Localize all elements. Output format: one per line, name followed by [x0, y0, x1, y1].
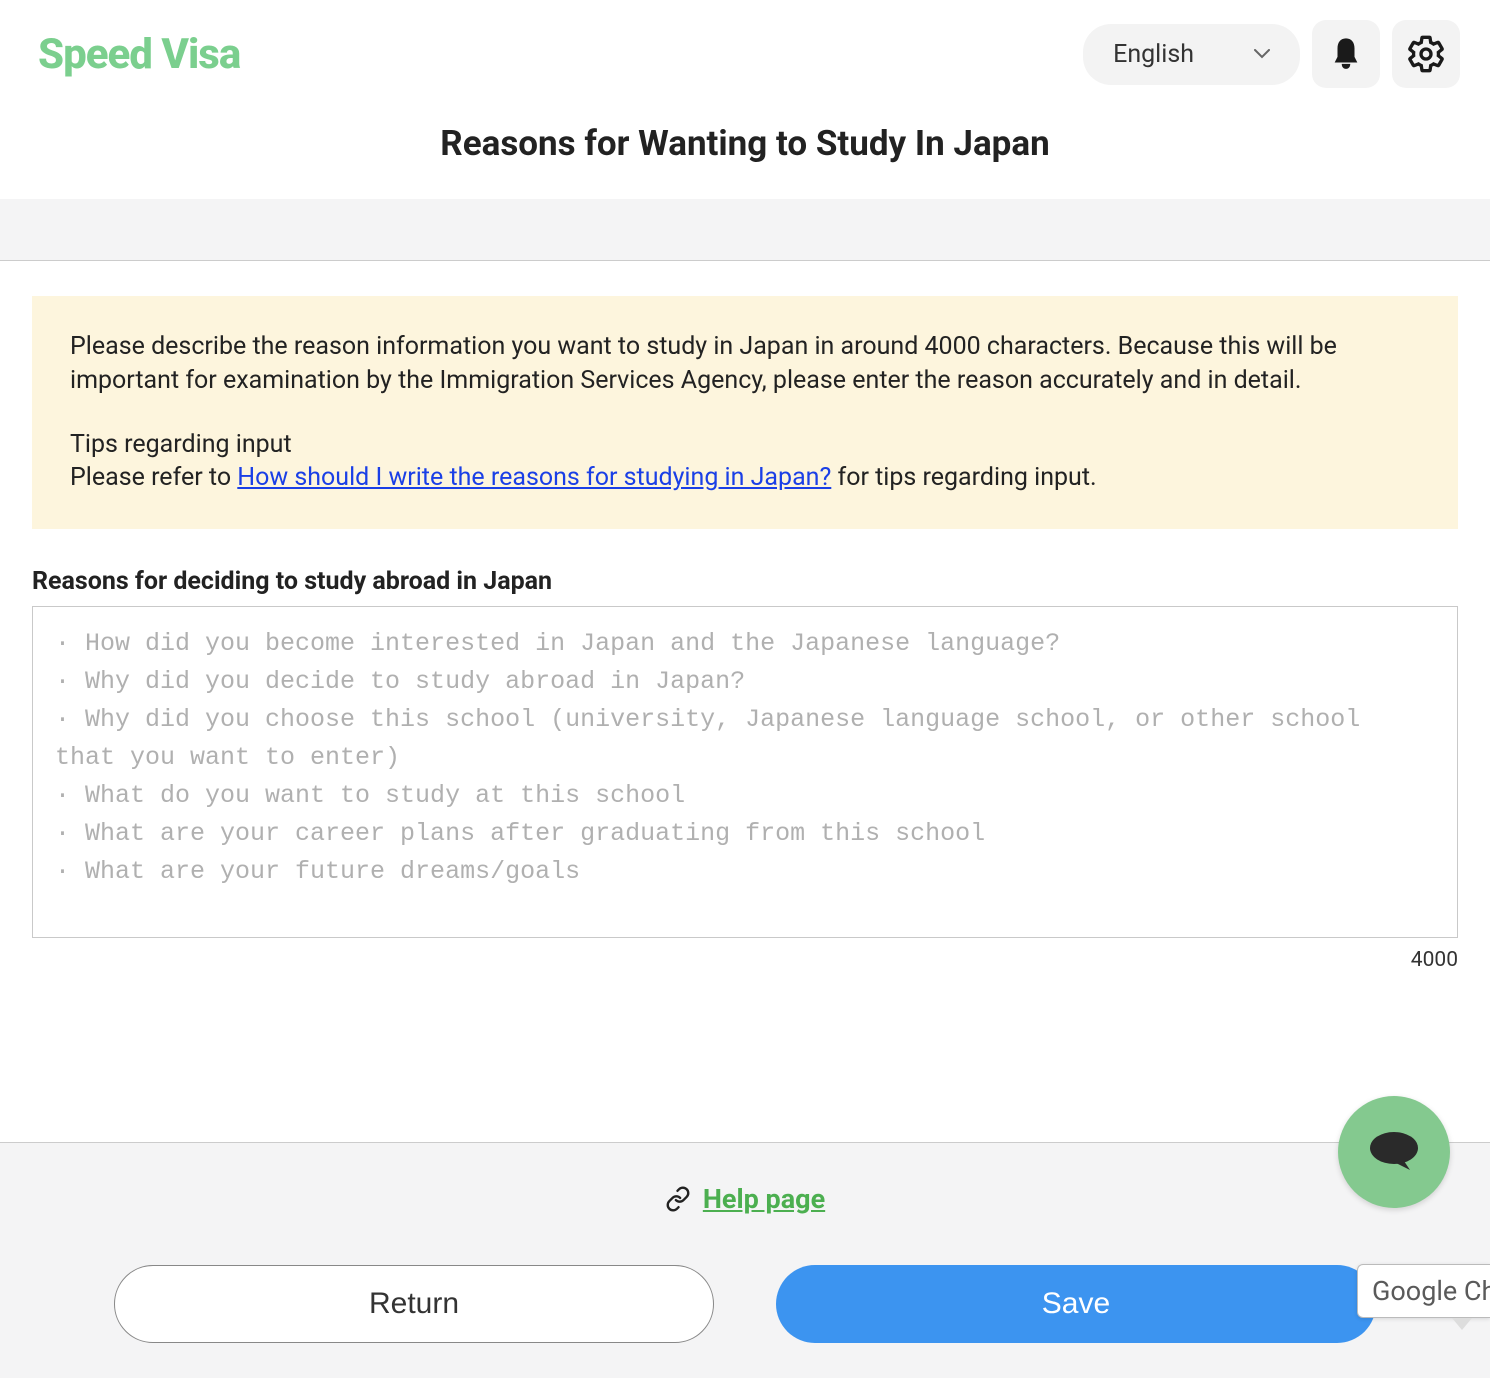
reasons-field-wrapper: 4000 — [32, 606, 1458, 942]
return-button[interactable]: Return — [114, 1265, 714, 1343]
chevron-down-icon — [1254, 49, 1270, 59]
translate-badge-tail — [1452, 1318, 1472, 1330]
language-selected-label: English — [1113, 40, 1194, 69]
help-page-link[interactable]: Help page — [703, 1183, 825, 1215]
tips-heading: Tips regarding input — [70, 428, 1420, 462]
header: Speed Visa English — [0, 0, 1490, 103]
reasons-field-label: Reasons for deciding to study abroad in … — [32, 567, 1458, 596]
bell-icon — [1329, 35, 1363, 73]
logo: Speed Visa — [38, 30, 240, 79]
settings-button[interactable] — [1392, 20, 1460, 88]
chat-icon — [1366, 1128, 1422, 1176]
char-count: 4000 — [1411, 948, 1458, 972]
info-box: Please describe the reason information y… — [32, 296, 1458, 529]
tips-suffix: for tips regarding input. — [831, 463, 1096, 492]
language-select[interactable]: English — [1083, 24, 1300, 85]
reasons-textarea[interactable] — [32, 606, 1458, 938]
tips-prefix: Please refer to — [70, 463, 237, 492]
save-button[interactable]: Save — [776, 1265, 1376, 1343]
chat-fab[interactable] — [1338, 1096, 1450, 1208]
header-actions: English — [1083, 20, 1460, 88]
translate-badge[interactable]: Google Ch — [1357, 1264, 1490, 1318]
help-row: Help page — [0, 1183, 1490, 1215]
link-icon — [665, 1186, 691, 1212]
notifications-button[interactable] — [1312, 20, 1380, 88]
tips-line: Please refer to How should I write the r… — [70, 461, 1420, 495]
footer: Help page Return Save — [0, 1142, 1490, 1378]
section-divider — [0, 199, 1490, 261]
info-paragraph: Please describe the reason information y… — [70, 330, 1420, 398]
page-title: Reasons for Wanting to Study In Japan — [0, 103, 1490, 199]
main-content: Please describe the reason information y… — [0, 261, 1490, 962]
button-row: Return Save — [0, 1265, 1490, 1378]
tips-link[interactable]: How should I write the reasons for study… — [237, 463, 831, 492]
gear-icon — [1406, 34, 1446, 74]
